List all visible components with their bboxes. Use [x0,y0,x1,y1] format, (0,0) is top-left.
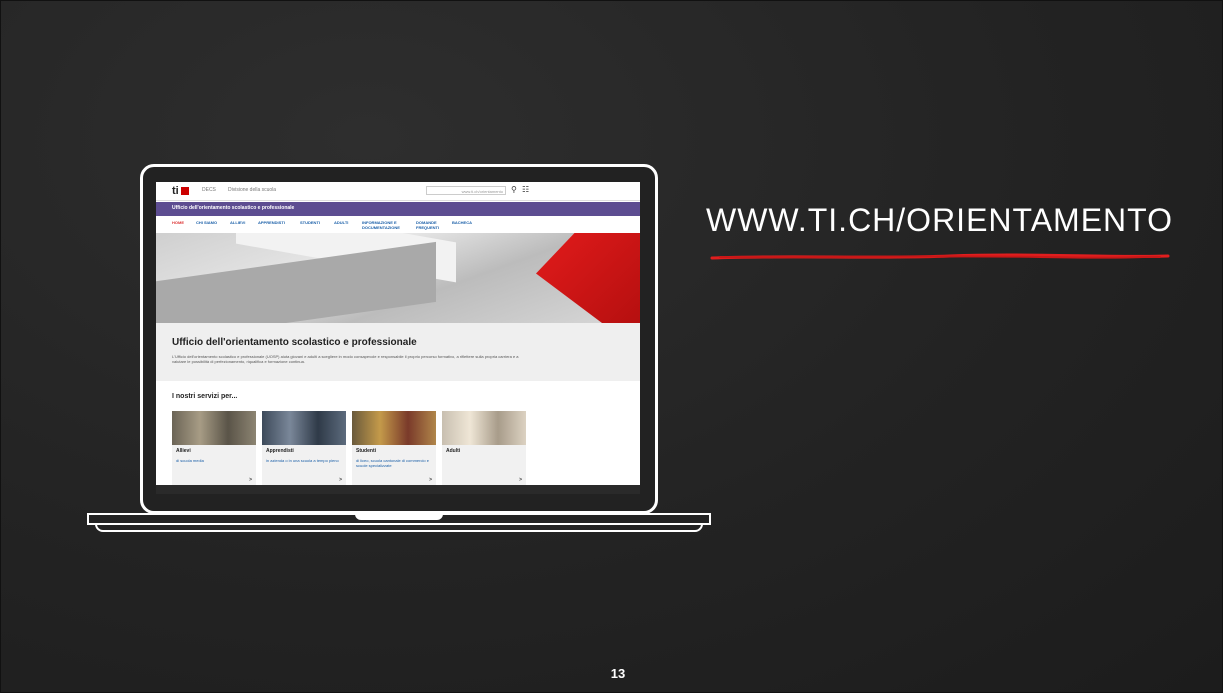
page-number: 13 [610,666,626,681]
card-subtitle[interactable]: di liceo, scuola cantonale di commercio … [356,458,432,468]
sitemap-icon[interactable]: ☷ [522,185,529,194]
chevron-right-icon[interactable]: > [429,477,432,483]
site-nav: HOME CHI SIAMO ALLIEVI APPRENDISTI STUDE… [156,217,640,234]
chevron-right-icon[interactable]: > [339,477,342,483]
card-title: Adulti [446,448,461,454]
card-title: Apprendisti [266,448,294,454]
breadcrumb-divisione[interactable]: Divisione della scuola [228,187,276,193]
card-photo [442,411,526,445]
service-card-studenti[interactable]: Studenti di liceo, scuola cantonale di c… [352,411,436,485]
service-card-apprendisti[interactable]: Apprendisti in azienda o in una scuola a… [262,411,346,485]
site-logo[interactable]: ti [172,185,189,197]
services-title: I nostri servizi per... [172,393,238,400]
search-icon[interactable]: ⚲ [511,185,517,194]
nav-domande[interactable]: DOMANDE FREQUENTI [416,220,448,230]
nav-home[interactable]: HOME [172,220,184,225]
hero-red-shape [536,233,640,323]
card-photo [262,411,346,445]
card-photo [352,411,436,445]
card-title: Allievi [176,448,191,454]
card-subtitle[interactable]: di scuola media [176,458,252,463]
card-photo [172,411,256,445]
url-title: WWW.TI.CH/ORIENTAMENTO [706,202,1173,238]
laptop-base-bottom [95,524,703,532]
laptop-notch [355,514,443,520]
intro-text: L'Ufficio dell'orientamento scolastico e… [172,354,519,364]
nav-adulti[interactable]: ADULTI [334,220,348,225]
nav-studenti[interactable]: STUDENTI [300,220,320,225]
site-logo-text: ti [172,185,179,197]
nav-apprendisti[interactable]: APPRENDISTI [258,220,285,225]
site-search-input[interactable]: www.ti.ch/orientamento [426,186,506,195]
hero-image [156,233,640,323]
chevron-right-icon[interactable]: > [249,477,252,483]
nav-bacheca[interactable]: BACHECA [452,220,472,225]
site-topbar: ti DECS Divisione della scuola www.ti.ch… [156,182,640,201]
screen-bottom-bar [156,485,640,494]
nav-allievi[interactable]: ALLIEVI [230,220,245,225]
service-card-allievi[interactable]: Allievi di scuola media > [172,411,256,485]
intro-section: Ufficio dell'orientamento scolastico e p… [156,323,640,381]
nav-informazione[interactable]: INFORMAZIONE E DOCUMENTAZIONE [362,220,408,230]
laptop-screen: ti DECS Divisione della scuola www.ti.ch… [156,182,640,494]
department-bar: Ufficio dell'orientamento scolastico e p… [156,202,640,216]
breadcrumb-decs[interactable]: DECS [202,187,216,193]
nav-chi-siamo[interactable]: CHI SIAMO [196,220,217,225]
service-card-adulti[interactable]: Adulti > [442,411,526,485]
card-subtitle[interactable]: in azienda o in una scuola a tempo pieno [266,458,342,463]
intro-title: Ufficio dell'orientamento scolastico e p… [172,337,417,348]
flag-icon [180,187,189,196]
card-title: Studenti [356,448,376,454]
red-underline [710,253,1170,260]
chevron-right-icon[interactable]: > [519,477,522,483]
department-title[interactable]: Ufficio dell'orientamento scolastico e p… [172,205,294,211]
